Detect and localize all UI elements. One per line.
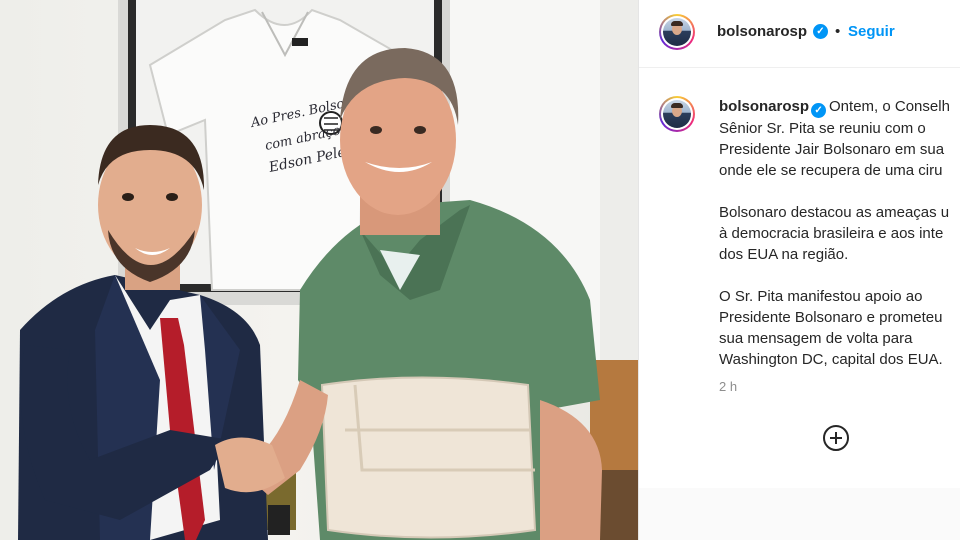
comment-area[interactable] (639, 488, 960, 540)
abdominal-brace (320, 376, 537, 539)
post-photo: Ao Pres. Bolsonaro com abraço, Edson Pel… (0, 0, 638, 540)
header-avatar[interactable] (659, 14, 695, 50)
caption-avatar[interactable] (659, 96, 695, 132)
caption-line: à democracia brasileira e aos inte (719, 225, 944, 242)
photo-scene: Ao Pres. Bolsonaro com abraço, Edson Pel… (18, 0, 638, 540)
caption-line: Bolsonaro destacou as ameaças u (719, 204, 950, 221)
caption-paragraph-1: bolsonarosp ✓ Ontem, o Conselh Sênior Sr. … (719, 96, 960, 181)
caption-line: onde ele se recupera de uma ciru (719, 162, 943, 179)
caption-line: sua mensagem de volta para (719, 330, 913, 347)
verified-badge-icon: ✓ (811, 103, 827, 118)
caption-username[interactable]: bolsonarosp (719, 98, 809, 115)
caption-line: Washington DC, capital dos EUA. (719, 351, 943, 368)
header-divider (639, 67, 960, 68)
verified-badge-icon: ✓ (813, 24, 828, 39)
separator-dot: • (835, 23, 841, 40)
post-caption: bolsonarosp ✓ Ontem, o Conselh Sênior Sr. … (719, 96, 960, 391)
post-timestamp[interactable]: 2 h (719, 379, 737, 394)
post-panel: bolsonarosp ✓ • Seguir bolsonarosp ✓ Ontem… (638, 0, 960, 540)
add-comment-icon[interactable] (823, 425, 849, 451)
caption-paragraph-3: O Sr. Pita manifestou apoio ao President… (719, 286, 960, 370)
caption-line: Sênior Sr. Pita se reuniu com o (719, 120, 926, 137)
caption-line: dos EUA na região. (719, 246, 849, 263)
caption-line: Presidente Bolsonaro e prometeu (719, 309, 943, 326)
caption-line: Ontem, o Conselh (829, 98, 950, 115)
caption-line: O Sr. Pita manifestou apoio ao (719, 288, 923, 305)
caption-line: Presidente Jair Bolsonaro em sua (719, 141, 945, 158)
header-username[interactable]: bolsonarosp (717, 23, 807, 40)
follow-button[interactable]: Seguir (848, 23, 895, 40)
caption-paragraph-2: Bolsonaro destacou as ameaças u à democr… (719, 202, 960, 265)
